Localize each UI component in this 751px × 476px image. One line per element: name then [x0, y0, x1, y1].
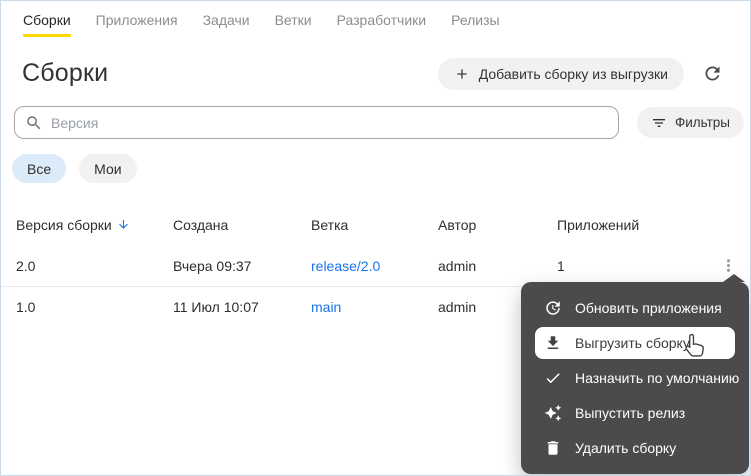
menu-item-set-default[interactable]: Назначить по умолчанию — [535, 362, 735, 394]
chip-all[interactable]: Все — [12, 154, 66, 183]
tab-tasks[interactable]: Задачи — [203, 12, 250, 37]
cell-version: 2.0 — [16, 258, 173, 274]
filter-icon — [651, 115, 667, 131]
search-row: Фильтры — [14, 106, 744, 139]
row-context-menu: Обновить приложения Выгрузить сборку Наз… — [521, 282, 749, 474]
tab-applications[interactable]: Приложения — [96, 12, 178, 37]
refresh-button[interactable] — [696, 58, 728, 90]
menu-item-label: Выпустить релиз — [575, 405, 685, 421]
menu-item-label: Обновить приложения — [575, 300, 722, 316]
table-row-build-2-0[interactable]: 2.0 Вчера 09:37 release/2.0 admin 1 — [1, 245, 750, 286]
cell-version: 1.0 — [16, 299, 173, 315]
chip-mine[interactable]: Мои — [79, 154, 136, 183]
search-input-wrapper[interactable] — [14, 106, 619, 139]
menu-item-download-build[interactable]: Выгрузить сборку — [535, 327, 735, 359]
tab-bar: Сборки Приложения Задачи Ветки Разработч… — [1, 1, 750, 37]
filter-chips: Все Мои — [12, 154, 750, 183]
filters-button[interactable]: Фильтры — [637, 107, 744, 138]
filters-label: Фильтры — [675, 115, 730, 130]
tab-developers[interactable]: Разработчики — [337, 12, 426, 37]
table-header-row: Версия сборки Создана Ветка Автор Прилож… — [1, 204, 750, 245]
menu-item-label: Удалить сборку — [575, 440, 676, 456]
header-actions: Добавить сборку из выгрузки — [438, 58, 728, 90]
add-build-from-upload-button[interactable]: Добавить сборку из выгрузки — [438, 58, 684, 90]
trash-icon — [544, 439, 562, 457]
cell-created: Вчера 09:37 — [173, 258, 311, 274]
cell-created: 11 Июл 10:07 — [173, 299, 311, 315]
search-input[interactable] — [51, 115, 608, 131]
download-icon — [544, 334, 562, 352]
page-title: Сборки — [22, 59, 108, 88]
more-vert-icon — [719, 256, 738, 275]
menu-item-release[interactable]: Выпустить релиз — [535, 397, 735, 429]
cell-author: admin — [438, 258, 557, 274]
page-header: Сборки Добавить сборку из выгрузки — [22, 57, 728, 90]
menu-item-label: Назначить по умолчанию — [575, 370, 739, 386]
plus-icon — [454, 66, 470, 82]
tab-releases[interactable]: Релизы — [451, 12, 500, 37]
column-header-created[interactable]: Создана — [173, 217, 311, 233]
column-header-author[interactable]: Автор — [438, 217, 557, 233]
sparkles-icon — [544, 404, 562, 422]
column-header-version[interactable]: Версия сборки — [16, 217, 173, 233]
column-header-apps[interactable]: Приложений — [557, 217, 716, 233]
refresh-icon — [702, 63, 723, 84]
builds-page: Сборки Приложения Задачи Ветки Разработч… — [0, 0, 751, 476]
tab-branches[interactable]: Ветки — [275, 12, 312, 37]
search-icon — [25, 114, 43, 132]
branch-link[interactable]: release/2.0 — [311, 258, 380, 274]
check-icon — [544, 369, 562, 387]
column-header-branch[interactable]: Ветка — [311, 217, 438, 233]
menu-item-label: Выгрузить сборку — [575, 335, 690, 351]
add-build-label: Добавить сборку из выгрузки — [479, 66, 668, 82]
menu-item-update-apps[interactable]: Обновить приложения — [535, 292, 735, 324]
branch-link[interactable]: main — [311, 299, 341, 315]
sort-desc-icon — [117, 218, 130, 231]
menu-caret — [723, 274, 745, 282]
update-icon — [544, 299, 562, 317]
tab-builds[interactable]: Сборки — [23, 12, 71, 37]
cell-apps: 1 — [557, 258, 716, 274]
menu-item-delete-build[interactable]: Удалить сборку — [535, 432, 735, 464]
